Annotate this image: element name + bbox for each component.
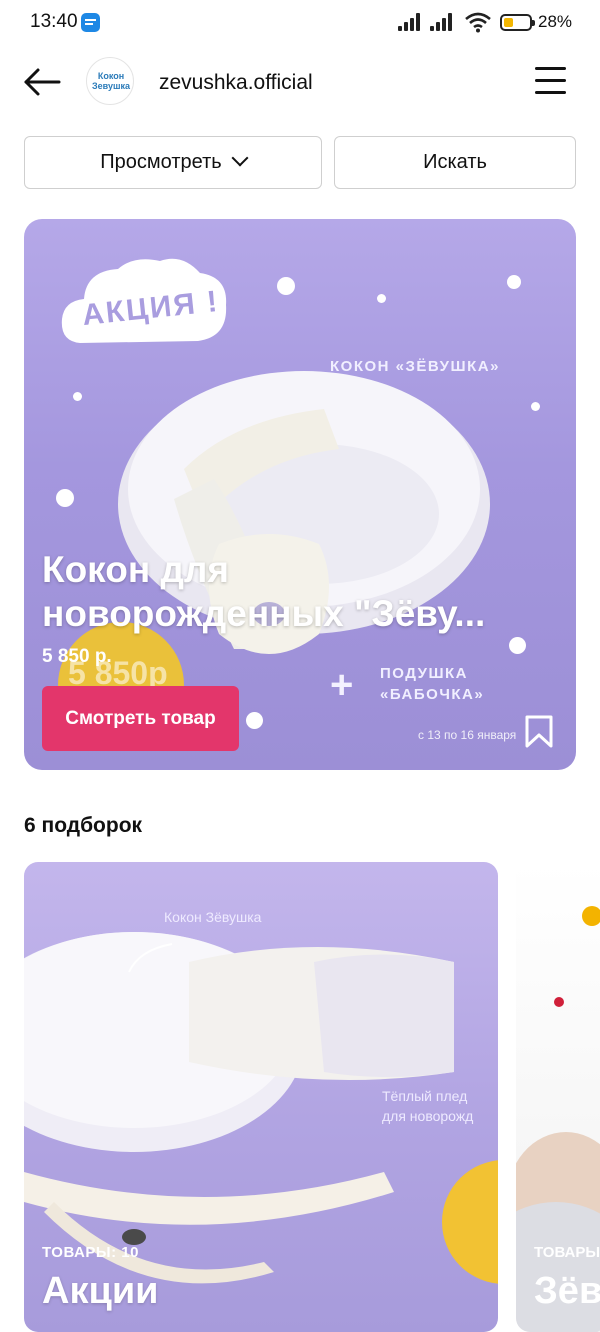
- status-time: 13:40: [30, 11, 78, 32]
- collection-caption-2: Тёплый плед: [382, 1088, 468, 1104]
- battery-level: 28%: [538, 12, 573, 31]
- promo-date: с 13 по 16 января: [418, 728, 517, 742]
- product-price: 5 850 р.: [42, 646, 112, 667]
- collection-item-count: ТОВАРЫ: 10: [42, 1244, 139, 1261]
- featured-product-card[interactable]: АКЦИЯ ! КОКОН «ЗЁВУШКА» 5 850р + ПОДУШКА…: [24, 219, 576, 770]
- wifi-icon: [465, 12, 491, 33]
- bookmark-icon[interactable]: [524, 715, 554, 749]
- collection-title: Зёв: [534, 1270, 600, 1312]
- profile-header: Кокон Зевушка zevushka.official: [0, 50, 600, 116]
- decor-dot: [554, 997, 564, 1007]
- avatar[interactable]: Кокон Зевушка: [86, 57, 134, 105]
- decor-dot: [377, 294, 386, 303]
- chevron-down-icon: [231, 149, 249, 167]
- decor-dot: [582, 906, 600, 926]
- pillow-label: ПОДУШКА «БАБОЧКА»: [380, 663, 484, 705]
- decor-dot: [277, 277, 295, 295]
- decor-dot: [507, 275, 521, 289]
- status-icons: 28%: [398, 11, 573, 35]
- view-dropdown-button[interactable]: Просмотреть: [24, 136, 322, 189]
- collection-card-promotions[interactable]: Кокон Зёвушка Тёплый плед для новорожд Т…: [24, 862, 498, 1332]
- menu-icon[interactable]: [532, 64, 570, 98]
- decor-dot: [56, 489, 74, 507]
- collection-caption-1: Кокон Зёвушка: [164, 909, 262, 925]
- pillow-label-line-1: ПОДУШКА: [380, 665, 469, 682]
- status-bar: 13:40 28%: [0, 0, 600, 46]
- avatar-logo: Кокон Зевушка: [92, 71, 130, 91]
- account-name[interactable]: zevushka.official: [159, 71, 313, 95]
- pillow-label-line-2: «БАБОЧКА»: [380, 686, 485, 703]
- signal-icon: [398, 13, 424, 31]
- collection-item-count: ТОВАРЫ: [534, 1244, 600, 1261]
- back-arrow-icon[interactable]: [22, 64, 62, 100]
- search-button-label: Искать: [423, 151, 487, 173]
- search-button[interactable]: Искать: [334, 136, 576, 189]
- message-notification-icon: [81, 13, 100, 32]
- battery-icon: [500, 14, 535, 31]
- collection-card-second[interactable]: ТОВАРЫ Зёв: [516, 862, 600, 1332]
- plus-sign: +: [330, 663, 354, 707]
- decor-dot: [246, 712, 263, 729]
- decor-dot: [73, 392, 82, 401]
- decor-dot: [531, 402, 540, 411]
- collection-title: Акции: [42, 1270, 159, 1312]
- product-title: Кокон для новорожденных "Зёву...: [42, 549, 486, 634]
- collections-heading: 6 подборок: [24, 814, 143, 837]
- collection-caption-3: для новорожд: [382, 1108, 474, 1124]
- view-product-button[interactable]: Смотреть товар: [42, 686, 239, 751]
- signal-icon-2: [430, 13, 456, 31]
- view-button-label: Просмотреть: [100, 151, 222, 173]
- decor-dot: [509, 637, 526, 654]
